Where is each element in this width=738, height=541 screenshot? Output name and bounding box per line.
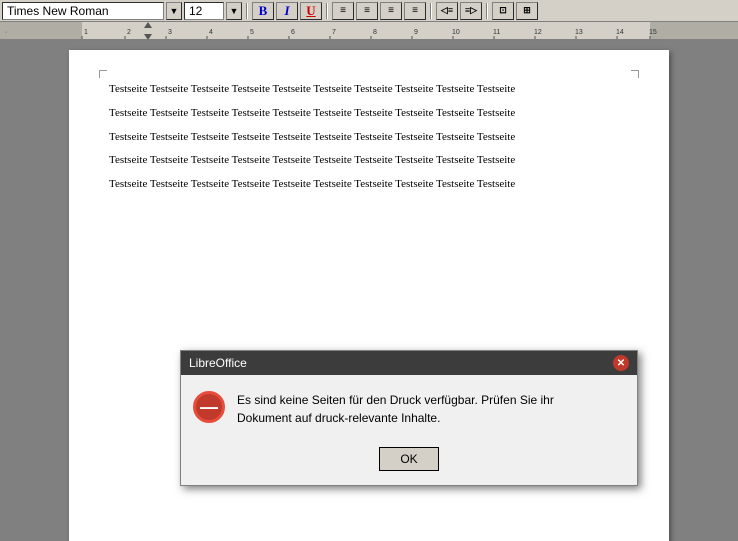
ruler-svg: · 1 2 3 4 5 6 7 8 9 10 11 12 13 14 15 (0, 22, 738, 40)
svg-text:·: · (5, 29, 7, 36)
svg-text:12: 12 (534, 29, 542, 36)
ruler: · 1 2 3 4 5 6 7 8 9 10 11 12 13 14 15 (0, 22, 738, 40)
dialog-footer: OK (181, 443, 637, 485)
font-size-display[interactable]: 12 (184, 2, 224, 20)
svg-text:8: 8 (373, 29, 377, 36)
svg-text:11: 11 (493, 29, 500, 36)
dialog-close-button[interactable]: ✕ (613, 355, 629, 371)
font-name-display[interactable]: Times New Roman (2, 2, 164, 20)
error-symbol: — (200, 397, 218, 418)
dialog-overlay: LibreOffice ✕ — Es sind keine Seiten für… (0, 40, 738, 541)
svg-text:1: 1 (84, 29, 88, 36)
dialog-title: LibreOffice (189, 356, 247, 370)
svg-text:15: 15 (649, 29, 657, 36)
dialog-message: Es sind keine Seiten für den Druck verfü… (237, 391, 625, 427)
indent-decrease-button[interactable]: ◁≡ (436, 2, 458, 20)
align-right-button[interactable]: ≡ (380, 2, 402, 20)
extra-btn-2[interactable]: ⊞ (516, 2, 538, 20)
font-name-dropdown[interactable]: ▼ (166, 2, 182, 20)
align-center-button[interactable]: ≡ (356, 2, 378, 20)
dialog-message-line1: Es sind keine Seiten für den Druck verfü… (237, 393, 554, 407)
font-name-text: Times New Roman (7, 4, 109, 18)
svg-text:7: 7 (332, 29, 336, 36)
font-size-dropdown[interactable]: ▼ (226, 2, 242, 20)
extra-btn-1[interactable]: ⊡ (492, 2, 514, 20)
toolbar-separator-1 (246, 3, 248, 19)
indent-increase-button[interactable]: ≡▷ (460, 2, 482, 20)
svg-text:5: 5 (250, 29, 254, 36)
svg-text:6: 6 (291, 29, 295, 36)
italic-button[interactable]: I (276, 2, 298, 20)
align-justify-button[interactable]: ≡ (404, 2, 426, 20)
toolbar-separator-3 (430, 3, 432, 19)
close-icon: ✕ (617, 358, 625, 369)
svg-text:14: 14 (616, 29, 624, 36)
toolbar-separator-4 (486, 3, 488, 19)
dialog-body: — Es sind keine Seiten für den Druck ver… (181, 375, 637, 443)
dialog-message-line2: Dokument auf druck-relevante Inhalte. (237, 411, 440, 425)
ok-button[interactable]: OK (379, 447, 439, 471)
svg-text:10: 10 (452, 29, 460, 36)
svg-text:13: 13 (575, 29, 583, 36)
svg-text:3: 3 (168, 29, 172, 36)
align-left-button[interactable]: ≡ (332, 2, 354, 20)
bold-button[interactable]: B (252, 2, 274, 20)
svg-text:9: 9 (414, 29, 418, 36)
svg-text:2: 2 (127, 29, 131, 36)
underline-button[interactable]: U (300, 2, 322, 20)
document-area: Testseite Testseite Testseite Testseite … (0, 40, 738, 541)
svg-text:4: 4 (209, 29, 213, 36)
libreoffice-dialog: LibreOffice ✕ — Es sind keine Seiten für… (180, 350, 638, 486)
font-size-text: 12 (189, 4, 202, 18)
error-icon: — (193, 391, 225, 423)
toolbar-separator-2 (326, 3, 328, 19)
toolbar: Times New Roman ▼ 12 ▼ B I U ≡ ≡ ≡ ≡ ◁≡ … (0, 0, 738, 22)
dialog-titlebar: LibreOffice ✕ (181, 351, 637, 375)
